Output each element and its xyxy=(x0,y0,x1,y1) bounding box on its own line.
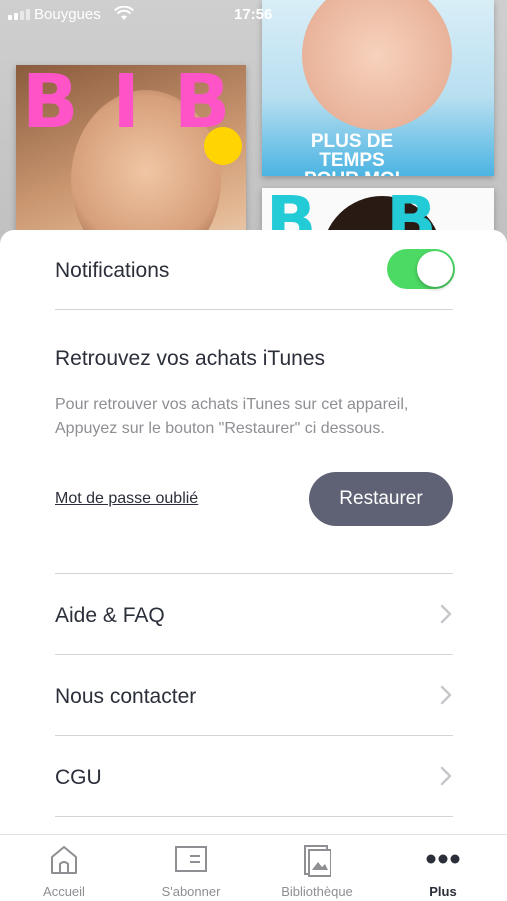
cover-headline-art: PLUS DE TEMPS POUR MOI xyxy=(304,131,400,176)
menu-item-cgu[interactable]: CGU xyxy=(55,746,453,806)
cover-masthead-art: BIBA xyxy=(22,65,246,145)
status-bar: Bouygues 17:56 xyxy=(0,0,507,30)
carrier-name: Bouygues xyxy=(34,6,101,23)
tab-bar: Accueil S'abonner Bibliothèque Plus xyxy=(0,834,507,901)
home-icon xyxy=(51,846,77,874)
forgot-password-link[interactable]: Mot de passe oublié xyxy=(55,490,198,508)
cover-sticker xyxy=(204,127,242,165)
chevron-right-icon xyxy=(440,685,452,705)
wifi-icon xyxy=(114,6,134,20)
tab-accueil[interactable]: Accueil xyxy=(9,835,119,901)
menu-item-label: Nous contacter xyxy=(55,685,197,708)
library-icon xyxy=(304,845,331,877)
divider xyxy=(55,573,453,574)
subscribe-icon xyxy=(175,846,207,872)
tab-label: S'abonner xyxy=(161,884,221,899)
clock: 17:56 xyxy=(234,6,273,23)
divider xyxy=(55,309,453,310)
more-icon xyxy=(426,854,460,864)
restore-button[interactable]: Restaurer xyxy=(309,472,453,526)
divider xyxy=(55,654,453,655)
chevron-right-icon xyxy=(440,766,452,786)
notifications-toggle[interactable] xyxy=(387,249,455,289)
tab-plus[interactable]: Plus xyxy=(388,835,498,901)
divider xyxy=(55,816,453,817)
menu-item-contact[interactable]: Nous contacter xyxy=(55,665,453,725)
tab-label: Bibliothèque xyxy=(281,884,353,899)
chevron-right-icon xyxy=(440,604,452,624)
settings-sheet: Notifications Retrouvez vos achats iTune… xyxy=(0,230,507,900)
itunes-description: Pour retrouver vos achats iTunes sur cet… xyxy=(55,396,409,437)
menu-item-label: Aide & FAQ xyxy=(55,604,165,627)
divider xyxy=(55,735,453,736)
signal-strength-icon xyxy=(8,9,30,20)
tab-bibliotheque[interactable]: Bibliothèque xyxy=(262,835,372,901)
tab-sabonner[interactable]: S'abonner xyxy=(136,835,246,901)
itunes-section-title: Retrouvez vos achats iTunes xyxy=(55,347,326,370)
menu-item-help-faq[interactable]: Aide & FAQ xyxy=(55,584,453,644)
toggle-knob xyxy=(417,251,453,287)
tab-label: Plus xyxy=(429,884,457,899)
tab-label: Accueil xyxy=(43,884,85,899)
notifications-label: Notifications xyxy=(55,259,170,282)
menu-item-label: CGU xyxy=(55,766,102,789)
